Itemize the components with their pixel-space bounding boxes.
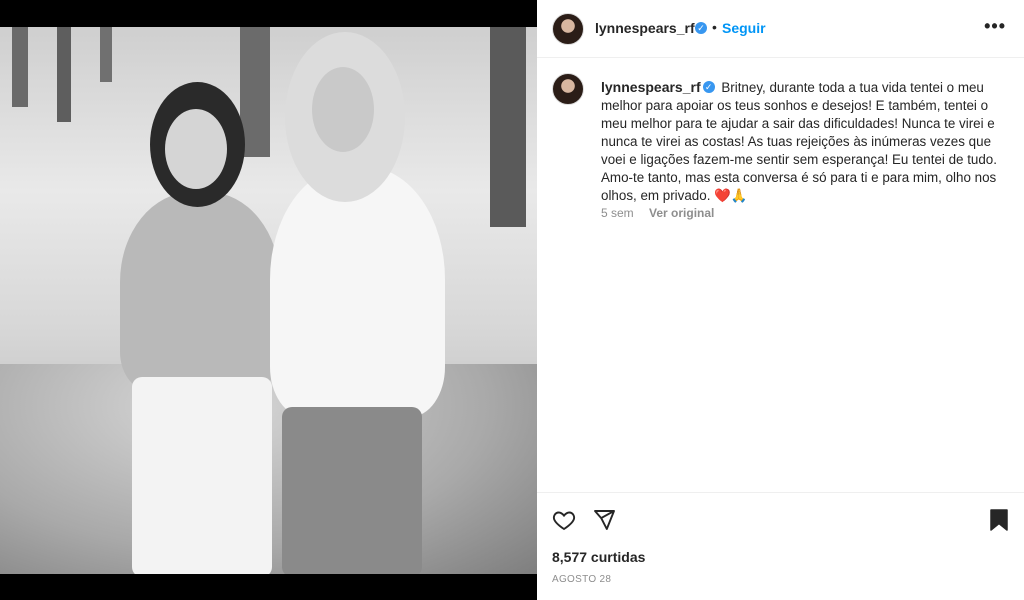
paper-plane-icon[interactable] [592,508,616,532]
post-media-pane [0,0,537,600]
username-link[interactable]: lynnespears_rf [595,20,695,36]
post-time-ago[interactable]: 5 sem [601,206,634,220]
follow-button[interactable]: Seguir [722,20,766,36]
person-left-top [120,192,280,392]
post-photo[interactable] [0,27,537,574]
avatar[interactable] [552,13,584,45]
verified-badge-icon: ✓ [702,81,715,94]
separator-dot: • [712,19,717,35]
verified-badge-icon: ✓ [695,22,707,34]
person-right-top [270,167,445,417]
person-left-face [165,109,227,189]
post-date: AGOSTO 28 [552,574,612,585]
post-side-panel: lynnespears_rf ✓ • Seguir ••• lynnespear… [537,0,1024,600]
post-caption: lynnespears_rf ✓ Britney, durante toda a … [537,58,1024,493]
see-original-link[interactable]: Ver original [649,206,714,220]
person-right-jeans [282,407,422,574]
avatar[interactable] [552,73,584,105]
post-header: lynnespears_rf ✓ • Seguir ••• [537,0,1024,58]
caption-username-link[interactable]: lynnespears_rf [601,79,701,95]
person-right-face [312,67,374,152]
tree-trunk [490,27,526,227]
more-options-icon[interactable]: ••• [984,16,1006,37]
heart-icon[interactable] [552,508,576,532]
caption-text-block: lynnespears_rf ✓ Britney, durante toda a … [601,78,1001,205]
tree-trunk [100,27,112,82]
tree-trunk [12,27,28,107]
caption-emojis: ❤️🙏 [714,188,748,203]
caption-meta: 5 sem Ver original [601,206,726,220]
tree-trunk [57,27,71,122]
caption-text: Britney, durante toda a tua vida tentei … [601,80,997,203]
post-actions [537,494,1024,544]
likes-count[interactable]: 8,577 curtidas [552,549,645,565]
bookmark-icon[interactable] [988,508,1010,532]
person-left-pants [132,377,272,574]
